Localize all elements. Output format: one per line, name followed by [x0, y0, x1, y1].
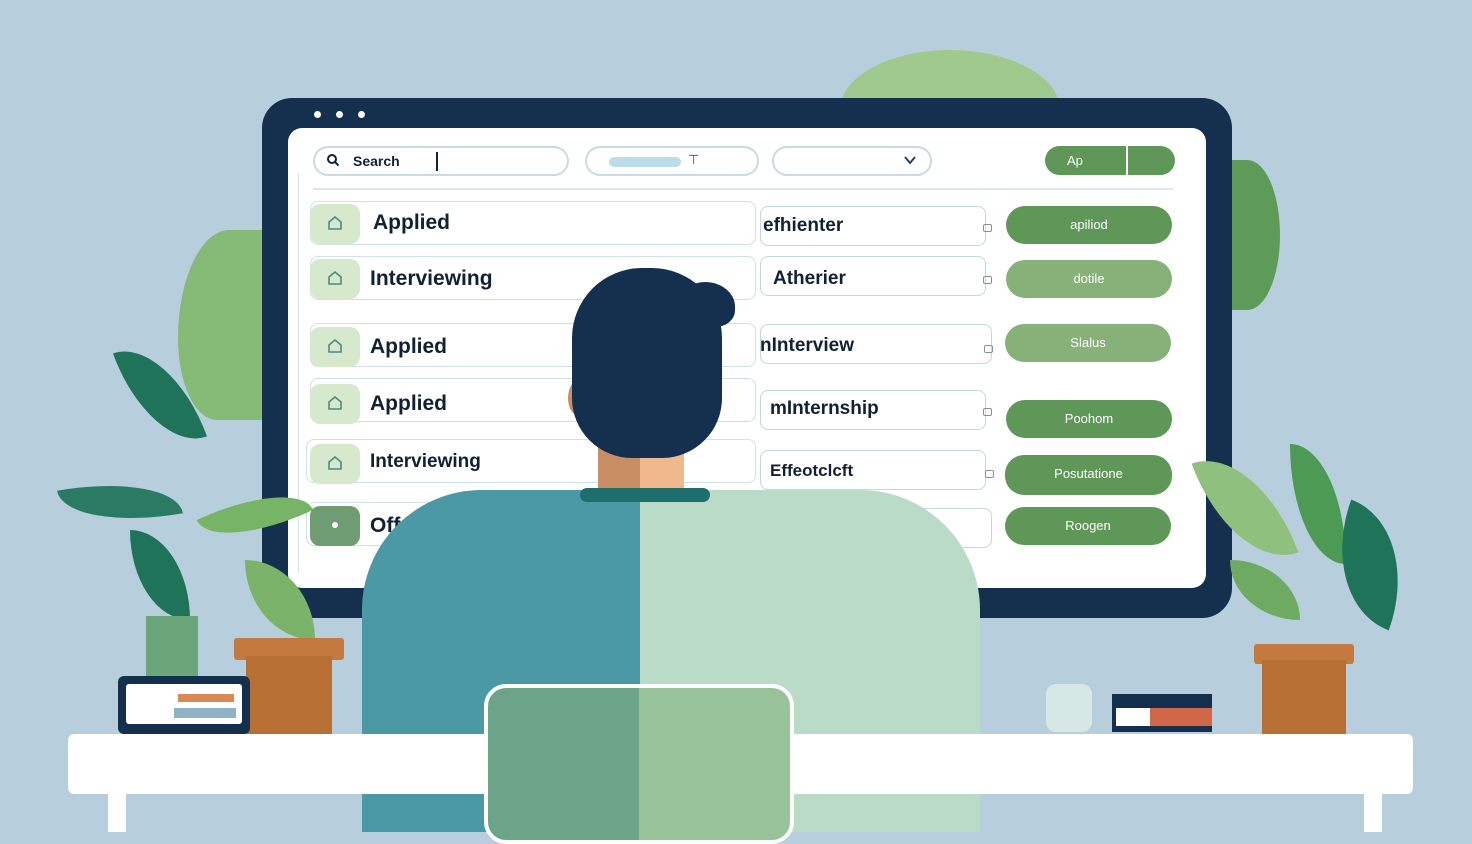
- role-label: efhienter: [763, 215, 844, 236]
- row-handle-icon: [983, 276, 992, 284]
- role-label: Effeotclcft: [770, 461, 854, 480]
- plant-pot: [1262, 660, 1346, 734]
- plant-leaf: [130, 530, 190, 620]
- plant-leaf: [1290, 444, 1346, 564]
- plant-pot: [246, 656, 332, 734]
- home-icon: [310, 444, 360, 484]
- role-label: mInternship: [770, 398, 879, 419]
- status-pill[interactable]: Posutatione: [1005, 455, 1172, 495]
- plant-leaf: [57, 469, 183, 535]
- status-pill[interactable]: dotile: [1006, 260, 1172, 298]
- filter-field[interactable]: ⊤: [585, 146, 759, 176]
- row-handle-icon: [983, 224, 992, 232]
- status-label: Interviewing: [370, 267, 493, 290]
- status-pill[interactable]: apiliod: [1006, 206, 1172, 244]
- status-pill[interactable]: Slalus: [1005, 324, 1171, 362]
- person-collar: [580, 488, 710, 502]
- glass-jar: [1046, 684, 1092, 732]
- status-label: Applied: [370, 392, 447, 415]
- chair: [484, 684, 794, 844]
- person-hair: [680, 282, 735, 327]
- header-divider: [313, 188, 1173, 190]
- status-pill[interactable]: Poohom: [1006, 400, 1172, 438]
- desk-leg: [108, 790, 126, 832]
- status-label: Applied: [373, 211, 450, 234]
- search-text: Search: [353, 153, 400, 169]
- plant-leaf: [1230, 560, 1300, 620]
- books: [1112, 694, 1212, 732]
- status-dot-icon: [310, 506, 360, 546]
- row-handle-icon: [983, 408, 992, 416]
- search-input[interactable]: Search: [313, 146, 569, 176]
- home-icon: [310, 327, 360, 367]
- funnel-icon[interactable]: ⊤: [688, 152, 699, 168]
- add-application-button[interactable]: Ap: [1045, 146, 1175, 175]
- window-dot-icon: [314, 111, 321, 118]
- desk-leg: [1364, 790, 1382, 832]
- status-label: Applied: [370, 335, 447, 358]
- filter-value-pill: [609, 157, 681, 167]
- text-caret: [436, 152, 438, 171]
- search-icon: [327, 154, 339, 166]
- row-handle-icon: [984, 345, 993, 353]
- status-dropdown[interactable]: [772, 146, 932, 176]
- add-button-label: Ap: [1067, 153, 1083, 168]
- button-divider: [1126, 146, 1128, 175]
- window-dot-icon: [336, 111, 343, 118]
- row-handle-icon: [985, 470, 994, 478]
- home-icon: [310, 384, 360, 424]
- role-label: Atherier: [773, 268, 846, 289]
- tablet-device: [118, 676, 250, 734]
- status-pill[interactable]: Roogen: [1005, 507, 1171, 545]
- home-icon: [310, 204, 360, 244]
- role-label: nInterview: [760, 335, 854, 356]
- window-dot-icon: [358, 111, 365, 118]
- status-label: Interviewing: [370, 451, 481, 472]
- plant-pot: [146, 616, 198, 680]
- home-icon: [310, 259, 360, 299]
- chevron-down-icon: [904, 156, 916, 165]
- background-leaf-left: [178, 230, 268, 420]
